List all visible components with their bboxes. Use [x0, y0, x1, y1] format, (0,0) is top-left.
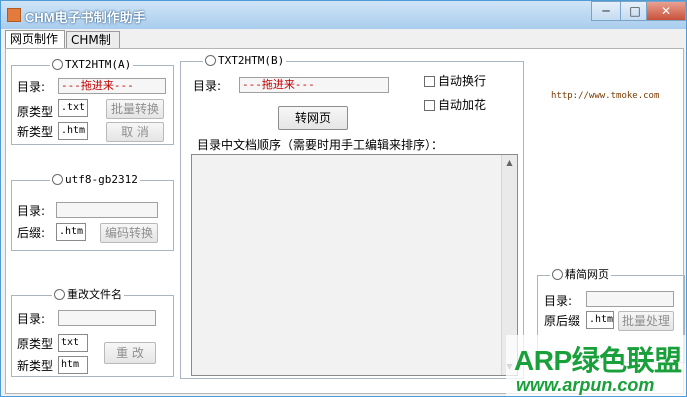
watermark-main: ARP绿色联盟	[514, 345, 682, 376]
scroll-up-icon[interactable]: ▲	[504, 157, 515, 169]
document-order-list[interactable]: ▲ ▼	[191, 154, 518, 376]
group-rename: 重改文件名 目录: 原类型 txt 新类型 htm 重 改	[11, 288, 174, 377]
dir-label: 目录:	[17, 312, 46, 326]
dir-drop-field[interactable]: ---拖进来---	[239, 77, 389, 93]
website-link[interactable]: http://www.tmoke.com	[551, 91, 659, 101]
legend-simplify: 精简网页	[565, 268, 609, 281]
group-utf8-gb2312: utf8-gb2312 目录: 后缀: .htm 编码转换	[11, 173, 174, 251]
encode-convert-button[interactable]: 编码转换	[100, 223, 158, 243]
new-type-label: 新类型	[17, 359, 54, 373]
cancel-button[interactable]: 取 消	[106, 122, 164, 142]
group-legend: TXT2HTM(B)	[203, 54, 287, 68]
radio-txt2htm-b[interactable]	[205, 55, 216, 66]
radio-txt2htm-a[interactable]	[52, 59, 63, 70]
title-bar[interactable]: CHM电子书制作助手 ─ □ ✕	[1, 1, 686, 29]
auto-decorate-checkbox[interactable]: 自动加花	[424, 98, 486, 112]
main-window: CHM电子书制作助手 ─ □ ✕ 网页制作 CHM制作 TXT2HTM(A) 目…	[0, 0, 687, 397]
suffix-input[interactable]: .htm	[586, 311, 614, 329]
auto-wrap-checkbox[interactable]: 自动换行	[424, 74, 486, 88]
minimize-button[interactable]: ─	[591, 1, 621, 21]
new-type-input[interactable]: .htm	[58, 122, 88, 140]
watermark-sub: www.arpun.com	[516, 375, 655, 395]
legend-txt2htm-a: TXT2HTM(A)	[65, 58, 132, 71]
group-legend: TXT2HTM(A)	[50, 58, 134, 72]
rename-button[interactable]: 重 改	[104, 342, 156, 364]
group-legend: utf8-gb2312	[50, 173, 140, 187]
group-txt2htm-a: TXT2HTM(A) 目录: ---拖进来--- 原类型 .txt 批量转换 新…	[11, 58, 174, 145]
new-type-label: 新类型	[17, 125, 54, 139]
radio-simplify[interactable]	[552, 269, 563, 280]
suffix-label: 原后缀	[544, 314, 581, 328]
suffix-label: 后缀:	[17, 226, 46, 240]
batch-convert-button[interactable]: 批量转换	[106, 99, 164, 119]
orig-type-label: 原类型	[17, 337, 54, 351]
group-legend: 重改文件名	[52, 288, 124, 302]
legend-utf8-gb2312: utf8-gb2312	[65, 173, 138, 186]
convert-web-button[interactable]: 转网页	[278, 106, 348, 130]
group-legend: 精简网页	[550, 268, 611, 282]
orig-type-input[interactable]: .txt	[58, 99, 88, 117]
dir-field[interactable]	[56, 202, 158, 218]
checkbox-box[interactable]	[424, 100, 435, 111]
window-title: CHM电子书制作助手	[25, 10, 146, 25]
auto-decorate-label: 自动加花	[438, 98, 487, 112]
dir-label: 目录:	[17, 80, 46, 94]
orig-type-label: 原类型	[17, 105, 54, 119]
suffix-input[interactable]: .htm	[56, 223, 86, 241]
auto-wrap-label: 自动换行	[438, 74, 487, 88]
new-type-input[interactable]: htm	[58, 356, 88, 374]
dir-field[interactable]	[586, 291, 674, 307]
tab-chm-making[interactable]: CHM制作	[66, 31, 120, 64]
batch-process-button[interactable]: 批量处理	[618, 311, 674, 331]
list-caption: 目录中文档顺序（需要时用手工编辑来排序）：	[197, 138, 444, 152]
legend-txt2htm-b: TXT2HTM(B)	[218, 54, 285, 67]
tab-web-making[interactable]: 网页制作	[5, 30, 65, 50]
dir-label: 目录:	[17, 204, 46, 218]
radio-utf8-gb2312[interactable]	[52, 174, 63, 185]
orig-type-input[interactable]: txt	[58, 334, 88, 352]
radio-rename[interactable]	[54, 289, 65, 300]
watermark: ARP绿色联盟 www.arpun.com	[506, 335, 686, 396]
dir-label: 目录:	[544, 294, 573, 308]
dir-drop-field[interactable]: ---拖进来---	[58, 78, 166, 94]
legend-rename: 重改文件名	[67, 288, 122, 301]
dir-label: 目录:	[193, 79, 222, 93]
pencil-icon	[7, 8, 21, 22]
group-txt2htm-b: TXT2HTM(B) 目录: ---拖进来--- 自动换行 自动加花 转网页 目…	[180, 54, 524, 379]
dir-field[interactable]	[58, 310, 156, 326]
checkbox-box[interactable]	[424, 76, 435, 87]
close-button[interactable]: ✕	[646, 1, 686, 21]
